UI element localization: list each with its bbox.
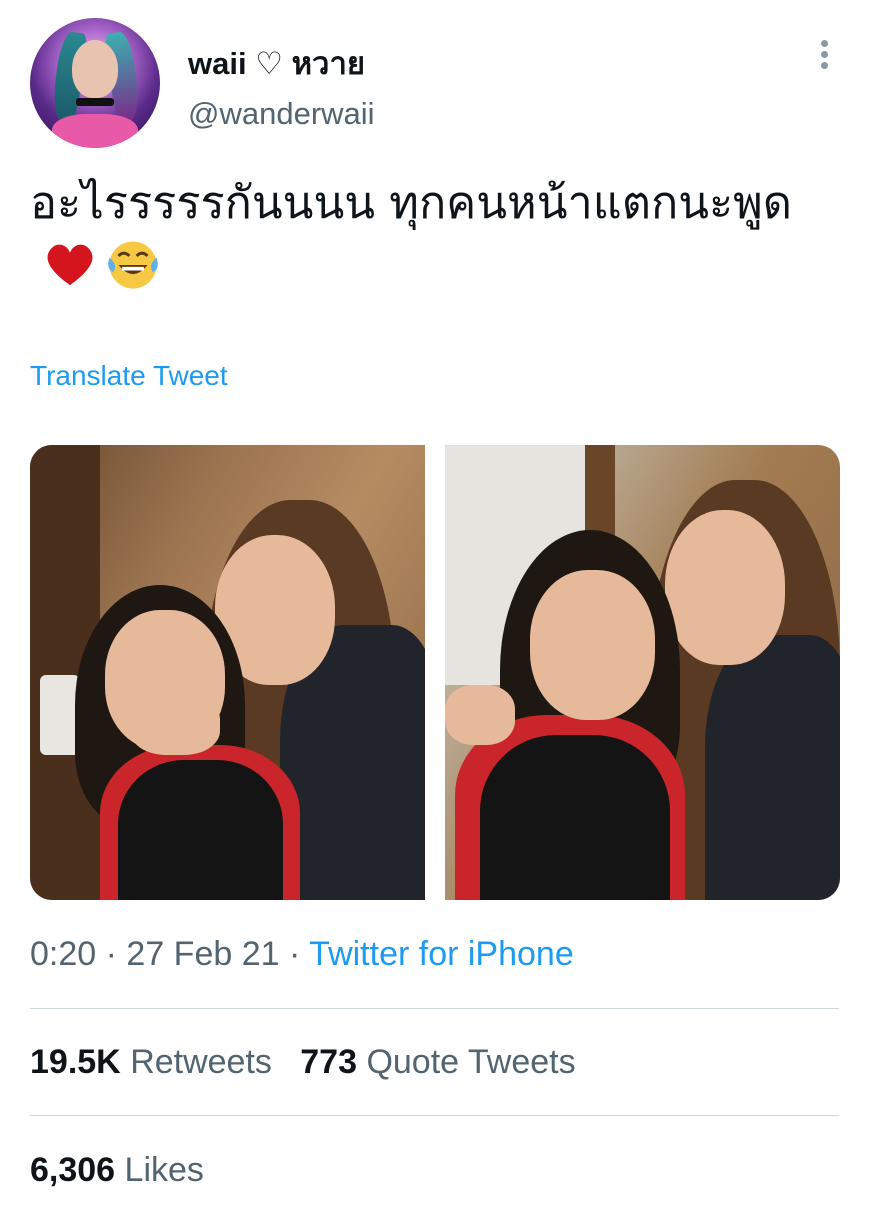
tweet-meta: 0:20 · 27 Feb 21 · Twitter for iPhone	[30, 935, 574, 974]
divider	[30, 1115, 839, 1116]
tweet-header: waii ♡ หวาย @wanderwaii	[30, 18, 839, 148]
laughing-tears-icon	[108, 241, 158, 289]
photo-shirt-left-inner	[480, 735, 670, 900]
photo-wall-switch	[40, 675, 80, 755]
avatar-face	[72, 40, 118, 98]
retweets-count: 19.5K	[30, 1043, 121, 1081]
heart-icon	[47, 244, 93, 286]
tweet-media	[30, 445, 840, 900]
meta-separator: ·	[289, 935, 301, 973]
tweet-photo-2[interactable]	[445, 445, 840, 900]
avatar[interactable]	[30, 18, 160, 148]
photo-hand	[130, 695, 220, 755]
photo-shirt-left-inner	[118, 760, 283, 900]
photo-hoodie	[705, 635, 840, 900]
tweet-photo-1[interactable]	[30, 445, 425, 900]
divider	[30, 1008, 839, 1009]
avatar-top	[52, 114, 138, 148]
retweets-label: Retweets	[130, 1043, 272, 1081]
tweet-source-link[interactable]: Twitter for iPhone	[309, 935, 574, 973]
photo-face-right	[665, 510, 785, 665]
photo-face-left	[530, 570, 655, 720]
avatar-choker	[76, 98, 114, 106]
quote-tweets-stat[interactable]: 773 Quote Tweets	[300, 1043, 575, 1081]
display-name[interactable]: waii ♡ หวาย	[188, 38, 365, 88]
quote-tweets-label: Quote Tweets	[366, 1043, 576, 1081]
tweet-time[interactable]: 0:20	[30, 935, 96, 973]
meta-separator: ·	[105, 935, 117, 973]
translate-tweet-link[interactable]: Translate Tweet	[30, 360, 228, 392]
tweet-date[interactable]: 27 Feb 21	[126, 935, 279, 973]
tweet-body: อะไรรรรรกันนนน ทุกคนหน้าแตกนะพูด	[30, 176, 793, 229]
more-options-icon[interactable]	[819, 40, 829, 74]
likes-label: Likes	[124, 1151, 204, 1189]
tweet-text: อะไรรรรรกันนนน ทุกคนหน้าแตกนะพูด	[30, 170, 830, 302]
likes-count: 6,306	[30, 1151, 116, 1189]
retweets-stat[interactable]: 19.5K Retweets	[30, 1043, 272, 1081]
quote-tweets-count: 773	[300, 1043, 357, 1081]
photo-arm	[445, 685, 515, 745]
likes-stat[interactable]: 6,306 Likes	[30, 1151, 204, 1190]
tweet-stats: 19.5K Retweets 773 Quote Tweets	[30, 1043, 576, 1082]
user-handle[interactable]: @wanderwaii	[188, 96, 375, 132]
